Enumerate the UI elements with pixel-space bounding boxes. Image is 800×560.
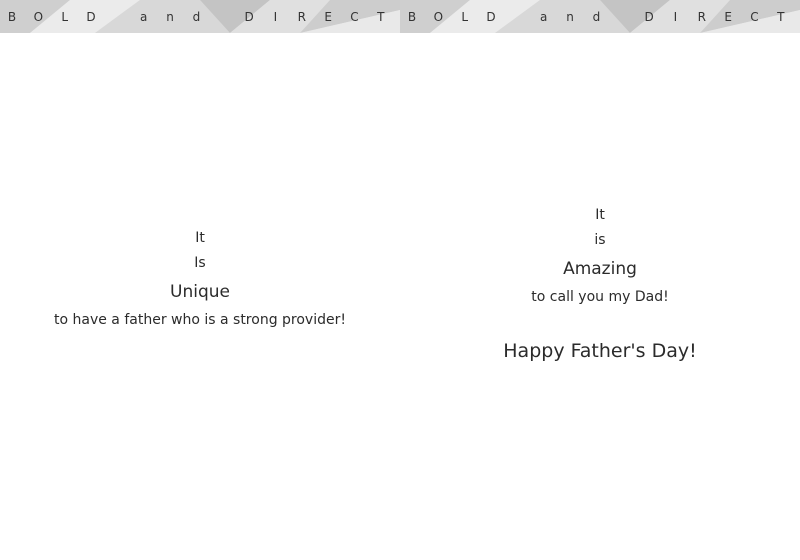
banner-letter: B xyxy=(7,9,17,24)
right-line-amazing: Amazing xyxy=(563,259,637,279)
banner-letter: d xyxy=(592,9,601,24)
banner-letter: B xyxy=(407,9,417,24)
banner-letter: n xyxy=(566,9,574,24)
banner-letter: C xyxy=(750,9,759,24)
banner-letter: E xyxy=(324,9,332,24)
left-line-unique: Unique xyxy=(170,282,230,302)
banner-letter: O xyxy=(33,9,44,24)
banner-letter: D xyxy=(644,9,654,24)
left-banner-text: B O L D a n d D I R E C T xyxy=(0,0,400,33)
banner-letter: a xyxy=(140,9,148,24)
banner-letter: D xyxy=(486,9,496,24)
banner-letter: C xyxy=(350,9,359,24)
banner-letter: L xyxy=(461,9,469,24)
banner-letter: I xyxy=(673,9,678,24)
left-line-is: Is xyxy=(194,255,206,271)
banner-letter: a xyxy=(540,9,548,24)
left-line-it: It xyxy=(195,230,205,246)
right-banner-text: B O L D a n d D I R E C T xyxy=(400,0,800,33)
banner-letter: R xyxy=(297,9,306,24)
banner-letter: I xyxy=(273,9,278,24)
banner-letter: T xyxy=(777,9,785,24)
banner-letter: D xyxy=(86,9,96,24)
left-line-provider: to have a father who is a strong provide… xyxy=(54,312,346,328)
banner-letter: E xyxy=(724,9,732,24)
banner-letter: R xyxy=(697,9,706,24)
banner-letter: O xyxy=(433,9,444,24)
left-banner: B O L D a n d D I R E C T xyxy=(0,0,400,33)
right-page: B O L D a n d D I R E C T It is Amazing … xyxy=(400,0,800,560)
banner-letter: D xyxy=(244,9,254,24)
right-banner: B O L D a n d D I R E C T xyxy=(400,0,800,33)
right-line-is: is xyxy=(594,232,606,248)
right-line-it: It xyxy=(595,207,605,223)
banner-letter: T xyxy=(377,9,385,24)
banner-letter: d xyxy=(192,9,201,24)
right-line-dad: to call you my Dad! xyxy=(531,289,669,305)
left-page: B O L D a n d D I R E C T It Is Unique t… xyxy=(0,0,400,560)
banner-letter: L xyxy=(61,9,69,24)
right-greeting: Happy Father's Day! xyxy=(503,340,697,362)
banner-letter: n xyxy=(166,9,174,24)
card-spread: B O L D a n d D I R E C T It Is Unique t… xyxy=(0,0,800,560)
